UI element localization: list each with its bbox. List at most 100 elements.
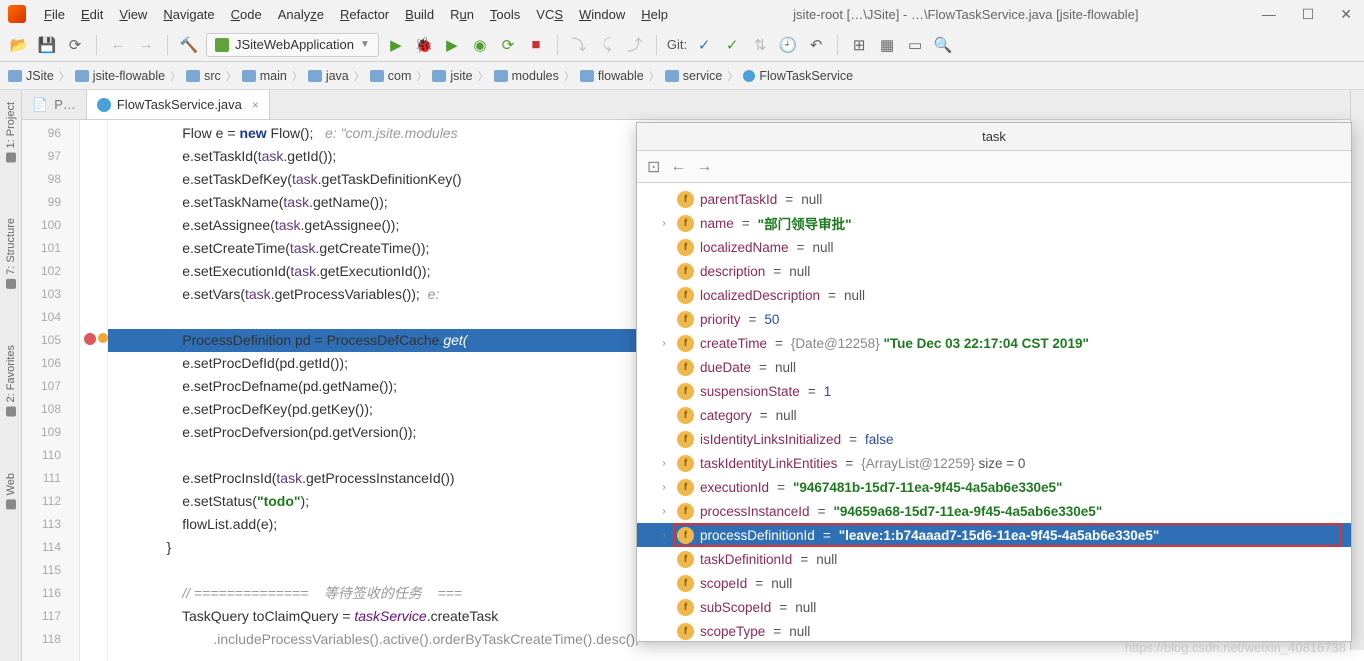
menu-file[interactable]: FFileile: [38, 5, 71, 24]
stop-icon[interactable]: ■: [525, 34, 547, 56]
folder-icon: [432, 70, 446, 82]
editor-tab-p[interactable]: 📄 P…: [22, 90, 87, 119]
variable-row[interactable]: fdueDate = null: [637, 355, 1351, 379]
menu-window[interactable]: Window: [573, 5, 631, 24]
tool-tab[interactable]: 2: Favorites: [3, 337, 19, 424]
step-into-icon[interactable]: ⤹: [596, 34, 618, 56]
variable-row[interactable]: flocalizedDescription = null: [637, 283, 1351, 307]
coverage-icon[interactable]: ▶: [441, 34, 463, 56]
menu-refactor[interactable]: Refactor: [334, 5, 395, 24]
step-over-icon[interactable]: ⤵: [568, 34, 590, 56]
variable-row[interactable]: ›fexecutionId = "9467481b-15d7-11ea-9f45…: [637, 475, 1351, 499]
breadcrumb-item[interactable]: com: [370, 69, 412, 83]
expand-icon[interactable]: ›: [657, 338, 671, 349]
profile-icon[interactable]: ◉: [469, 34, 491, 56]
breadcrumb-item[interactable]: jsite-flowable: [75, 69, 165, 83]
structure-icon[interactable]: ⊞: [848, 34, 870, 56]
sync-icon[interactable]: ⟳: [64, 34, 86, 56]
expand-icon[interactable]: ›: [657, 530, 671, 541]
field-icon: f: [677, 551, 694, 568]
run-config-dropdown[interactable]: JSiteWebApplication ▼: [206, 33, 379, 57]
expand-icon[interactable]: ›: [657, 506, 671, 517]
breadcrumb-item[interactable]: flowable: [580, 69, 644, 83]
breadcrumb-item[interactable]: modules: [494, 69, 559, 83]
run-icon[interactable]: ▶: [385, 34, 407, 56]
breadcrumb-item[interactable]: JSite: [8, 69, 54, 83]
main-toolbar: 📂 💾 ⟳ ← → 🔨 JSiteWebApplication ▼ ▶ 🐞 ▶ …: [0, 28, 1364, 62]
expand-icon[interactable]: ›: [657, 218, 671, 229]
back-icon[interactable]: ←: [670, 158, 686, 176]
expand-icon[interactable]: ›: [657, 458, 671, 469]
variable-list[interactable]: fparentTaskId = null›fname = "部门领导审批"flo…: [637, 183, 1351, 641]
field-icon: f: [677, 575, 694, 592]
menu-help[interactable]: Help: [635, 5, 674, 24]
breadcrumb-item[interactable]: FlowTaskService: [743, 69, 853, 83]
menu-navigate[interactable]: Navigate: [157, 5, 220, 24]
variable-row[interactable]: fcategory = null: [637, 403, 1351, 427]
open-icon[interactable]: 📂: [8, 34, 30, 56]
variable-row[interactable]: fsubScopeId = null: [637, 595, 1351, 619]
variable-row[interactable]: fpriority = 50: [637, 307, 1351, 331]
filter-icon[interactable]: ⊡: [647, 157, 660, 177]
attach-icon[interactable]: ⟳: [497, 34, 519, 56]
field-icon: f: [677, 503, 694, 520]
forward-icon[interactable]: →: [135, 34, 157, 56]
menu-build[interactable]: Build: [399, 5, 440, 24]
close-icon[interactable]: ×: [252, 98, 259, 112]
variable-row[interactable]: ›fname = "部门领导审批": [637, 211, 1351, 235]
tasks-icon[interactable]: ▦: [876, 34, 898, 56]
variable-row[interactable]: fsuspensionState = 1: [637, 379, 1351, 403]
git-history-icon[interactable]: 🕘: [777, 34, 799, 56]
git-revert-icon[interactable]: ↶: [805, 34, 827, 56]
git-commit-icon[interactable]: ✓: [721, 34, 743, 56]
variable-row[interactable]: fparentTaskId = null: [637, 187, 1351, 211]
breadcrumb-item[interactable]: main: [242, 69, 287, 83]
minimize-button[interactable]: —: [1258, 6, 1280, 23]
menu-vcs[interactable]: VCS: [530, 5, 569, 24]
git-compare-icon[interactable]: ⇅: [749, 34, 771, 56]
variable-row[interactable]: fscopeType = null: [637, 619, 1351, 641]
menu-run[interactable]: Run: [444, 5, 480, 24]
folder-icon: [494, 70, 508, 82]
build-icon[interactable]: 🔨: [178, 34, 200, 56]
variable-row[interactable]: ›ftaskIdentityLinkEntities = {ArrayList@…: [637, 451, 1351, 475]
breadcrumb-item[interactable]: src: [186, 69, 221, 83]
variable-row[interactable]: ›fprocessDefinitionId = "leave:1:b74aaad…: [637, 523, 1351, 547]
menu-code[interactable]: Code: [225, 5, 268, 24]
breakpoint-icon[interactable]: [84, 333, 96, 345]
tool-tab[interactable]: Web: [3, 465, 19, 517]
debug-icon[interactable]: 🐞: [413, 34, 435, 56]
breadcrumb-item[interactable]: service: [665, 69, 723, 83]
panel-toolbar: ⊡ ← →: [637, 151, 1351, 183]
maximize-button[interactable]: ☐: [1298, 6, 1319, 23]
tool-tab[interactable]: 7: Structure: [3, 210, 19, 297]
expand-icon[interactable]: ›: [657, 482, 671, 493]
editor-tab-flow[interactable]: FlowTaskService.java ×: [87, 90, 270, 119]
git-update-icon[interactable]: ✓: [693, 34, 715, 56]
forward-icon[interactable]: →: [696, 158, 712, 176]
screens-icon[interactable]: ▭: [904, 34, 926, 56]
menu-view[interactable]: View: [113, 5, 153, 24]
variable-row[interactable]: ›fprocessInstanceId = "94659a68-15d7-11e…: [637, 499, 1351, 523]
tool-tab[interactable]: 1: Project: [3, 94, 19, 170]
variable-row[interactable]: fdescription = null: [637, 259, 1351, 283]
variable-row[interactable]: ftaskDefinitionId = null: [637, 547, 1351, 571]
menu-tools[interactable]: Tools: [484, 5, 526, 24]
variable-row[interactable]: fisIdentityLinksInitialized = false: [637, 427, 1351, 451]
back-icon[interactable]: ←: [107, 34, 129, 56]
field-icon: f: [677, 407, 694, 424]
close-button[interactable]: ✕: [1336, 6, 1356, 23]
breadcrumb-item[interactable]: jsite: [432, 69, 472, 83]
variable-row[interactable]: ›fcreateTime = {Date@12258} "Tue Dec 03 …: [637, 331, 1351, 355]
step-out-icon[interactable]: ⤴: [624, 34, 646, 56]
variable-row[interactable]: fscopeId = null: [637, 571, 1351, 595]
menu-analyze[interactable]: Analyze: [272, 5, 330, 24]
debug-variables-panel[interactable]: task ⊡ ← → fparentTaskId = null›fname = …: [636, 122, 1352, 642]
marker-margin[interactable]: [80, 120, 108, 661]
breadcrumb-item[interactable]: java: [308, 69, 349, 83]
search-icon[interactable]: 🔍: [932, 34, 954, 56]
folder-icon: [370, 70, 384, 82]
save-icon[interactable]: 💾: [36, 34, 58, 56]
variable-row[interactable]: flocalizedName = null: [637, 235, 1351, 259]
menu-edit[interactable]: Edit: [75, 5, 109, 24]
